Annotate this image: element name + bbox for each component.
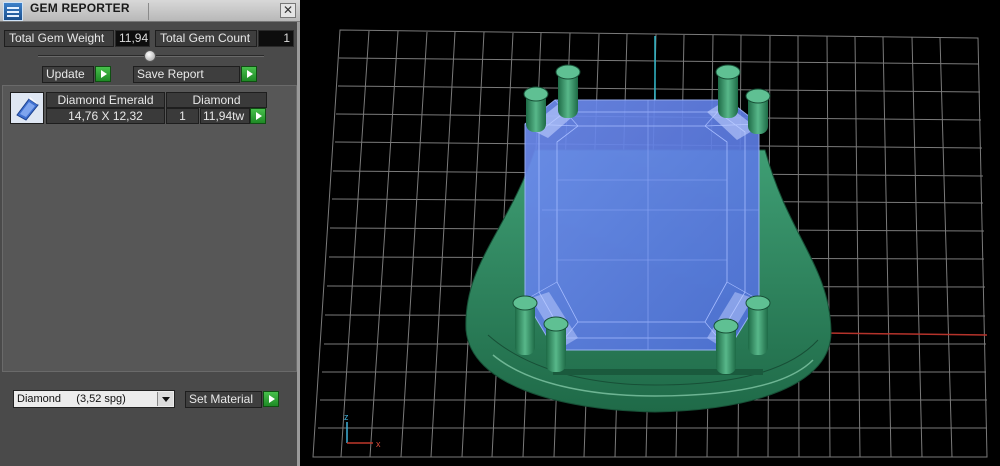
window-title: GEM REPORTER <box>30 1 130 15</box>
update-button[interactable]: Update <box>42 66 94 83</box>
emerald-gem-model[interactable] <box>524 99 760 351</box>
update-label: Update <box>46 67 85 81</box>
total-gem-weight-label: Total Gem Weight <box>4 30 114 47</box>
title-divider <box>148 3 149 20</box>
gem-thumbnail-icon[interactable] <box>10 92 44 124</box>
save-report-label: Save Report <box>137 67 204 81</box>
set-material-button[interactable]: Set Material <box>185 391 262 408</box>
axis-gizmo: z x <box>344 412 381 449</box>
viewport-canvas: z x <box>312 29 988 458</box>
total-gem-count-value: 1 <box>258 30 294 47</box>
title-bar: GEM REPORTER ✕ <box>0 0 300 22</box>
total-gem-count-label: Total Gem Count <box>155 30 257 47</box>
material-select[interactable]: Diamond (3,52 spg) <box>13 390 175 408</box>
slider-knob[interactable] <box>144 50 156 62</box>
gem-name-cell[interactable]: Diamond Emerald <box>46 92 165 108</box>
set-material-label: Set Material <box>189 392 254 406</box>
gem-weight-cell[interactable]: 11,94tw <box>200 108 250 124</box>
close-icon[interactable]: ✕ <box>280 3 296 18</box>
gem-size-cell[interactable]: 14,76 X 12,32 <box>46 108 165 124</box>
x-axis-line <box>822 332 988 336</box>
save-report-button[interactable]: Save Report <box>133 66 240 83</box>
gem-reporter-app-icon <box>3 2 23 21</box>
chevron-down-icon[interactable] <box>157 392 173 406</box>
material-select-value: Diamond (3,52 spg) <box>17 393 126 405</box>
gem-count-cell[interactable]: 1 <box>166 108 199 124</box>
axis-x-label: x <box>376 439 381 449</box>
set-material-run-icon[interactable] <box>263 391 279 407</box>
total-gem-weight-value: 11,94 <box>115 30 150 47</box>
save-report-run-icon[interactable] <box>241 66 257 82</box>
gem-list <box>2 85 297 372</box>
axis-z-label: z <box>344 412 349 422</box>
gem-material-cell[interactable]: Diamond <box>166 92 267 108</box>
update-run-icon[interactable] <box>95 66 111 82</box>
3d-viewport[interactable]: z x <box>303 0 1000 466</box>
gem-reporter-panel: GEM REPORTER ✕ Total Gem Weight 11,94 To… <box>0 0 300 466</box>
gem-row-run-icon[interactable] <box>250 108 266 124</box>
